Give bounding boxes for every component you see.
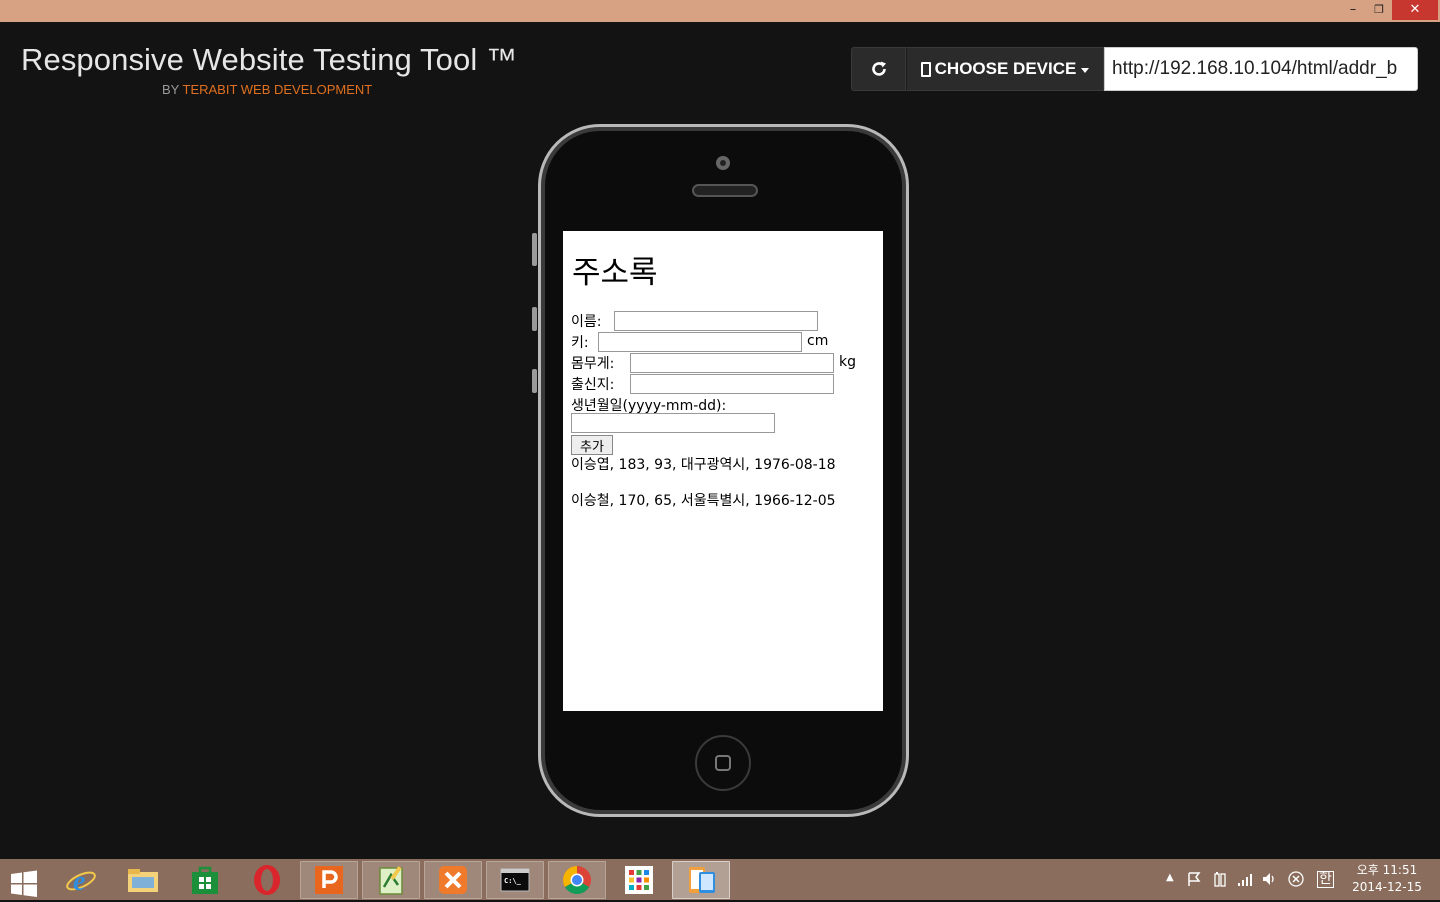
chrome-icon [563, 866, 591, 894]
mobile-device-icon [920, 61, 931, 77]
notepad-plus-taskbar-button[interactable] [362, 861, 420, 899]
birthdate-input[interactable] [571, 413, 775, 433]
clock-date: 2014-12-15 [1352, 880, 1422, 894]
hometown-input[interactable] [630, 374, 834, 394]
opera-icon [254, 865, 280, 895]
name-row: 이름: [571, 311, 601, 331]
phone-home-button[interactable] [695, 735, 751, 791]
name-input[interactable] [614, 311, 818, 331]
xampp-icon [439, 866, 467, 894]
refresh-icon [871, 61, 886, 76]
device-screen: 주소록 이름: 키: cm 몸무게: kg 출신지: 생년월일(yyyy-mm-… [563, 231, 883, 711]
notepad-icon [379, 866, 403, 895]
internet-explorer-taskbar-button[interactable]: e [52, 861, 110, 899]
powerpoint-taskbar-button[interactable] [300, 861, 358, 899]
xampp-taskbar-button[interactable] [424, 861, 482, 899]
phone-camera [716, 156, 730, 170]
close-button[interactable]: ✕ [1392, 0, 1438, 20]
weight-input[interactable] [630, 353, 834, 373]
height-label: 키: [571, 335, 589, 351]
clock-time: 오후 11:51 [1356, 863, 1418, 877]
weight-row: 몸무게: [571, 353, 614, 373]
taskbar: e C:\_ ▲ 한 [0, 859, 1440, 900]
refresh-button[interactable] [851, 47, 906, 91]
choose-device-dropdown[interactable]: CHOOSE DEVICE [906, 47, 1104, 91]
brand-link[interactable]: TERABIT WEB DEVELOPMENT [183, 82, 373, 97]
apps-grid-icon [625, 866, 653, 894]
responsive-devices-icon [689, 867, 715, 893]
network-error-icon[interactable] [1288, 871, 1304, 891]
windows-logo-icon [11, 870, 37, 897]
minimize-button[interactable]: – [1340, 0, 1366, 20]
file-explorer-taskbar-button[interactable] [114, 861, 172, 899]
system-clock[interactable]: 오후 11:51 2014-12-15 [1346, 862, 1428, 896]
phone-volume-up [532, 307, 537, 331]
subtitle-prefix: BY [162, 82, 180, 97]
height-unit: cm [807, 333, 829, 349]
birthdate-label: 생년월일(yyyy-mm-dd): [571, 398, 727, 414]
chrome-taskbar-button[interactable] [548, 861, 606, 899]
store-icon [192, 866, 218, 894]
app-subtitle: BY TERABIT WEB DEVELOPMENT [162, 82, 372, 97]
list-item: 이승엽, 183, 93, 대구광역시, 1976-08-18 [571, 457, 836, 473]
add-button[interactable]: 추가 [571, 435, 613, 455]
choose-device-label: CHOOSE DEVICE [934, 59, 1077, 78]
app-title: Responsive Website Testing Tool ™ [21, 42, 518, 77]
height-input[interactable] [598, 332, 802, 352]
network-signal-icon[interactable] [1237, 871, 1253, 891]
presentation-icon [315, 866, 343, 894]
apps-grid-taskbar-button[interactable] [610, 861, 668, 899]
name-label: 이름: [571, 314, 602, 330]
restore-button[interactable]: ❐ [1366, 0, 1392, 20]
responsive-tool-taskbar-button[interactable] [672, 861, 730, 899]
phone-speaker [692, 184, 758, 197]
phone-mute-switch [532, 233, 537, 266]
internet-explorer-icon: e [66, 866, 96, 896]
svg-text:C:\_: C:\_ [504, 877, 522, 885]
hometown-label: 출신지: [571, 377, 615, 393]
command-prompt-taskbar-button[interactable]: C:\_ [486, 861, 544, 899]
weight-unit: kg [839, 354, 856, 370]
phone-volume-down [532, 369, 537, 393]
power-icon[interactable] [1212, 871, 1228, 891]
windows-start-button[interactable] [10, 870, 40, 900]
weight-label: 몸무게: [571, 356, 615, 372]
opera-taskbar-button[interactable] [238, 861, 296, 899]
height-row: 키: [571, 332, 589, 352]
show-hidden-icons-button[interactable]: ▲ [1166, 872, 1174, 883]
hometown-row: 출신지: [571, 374, 614, 394]
birthdate-row: 생년월일(yyyy-mm-dd): [571, 395, 726, 415]
home-square-icon [715, 755, 731, 771]
toolbar: CHOOSE DEVICE http://192.168.10.104/html… [851, 47, 1418, 91]
page-heading: 주소록 [572, 255, 658, 291]
list-item: 이승철, 170, 65, 서울특별시, 1966-12-05 [571, 493, 836, 509]
terminal-icon: C:\_ [500, 868, 530, 892]
svg-text:e: e [73, 866, 85, 896]
window-titlebar [0, 0, 1440, 22]
action-center-flag-icon[interactable] [1186, 871, 1202, 891]
store-taskbar-button[interactable] [176, 861, 234, 899]
caret-down-icon [1081, 67, 1090, 73]
folder-icon [128, 869, 158, 892]
input-language-indicator[interactable]: 한 [1317, 871, 1334, 888]
url-input[interactable]: http://192.168.10.104/html/addr_b [1104, 47, 1418, 91]
volume-icon[interactable] [1261, 871, 1277, 891]
